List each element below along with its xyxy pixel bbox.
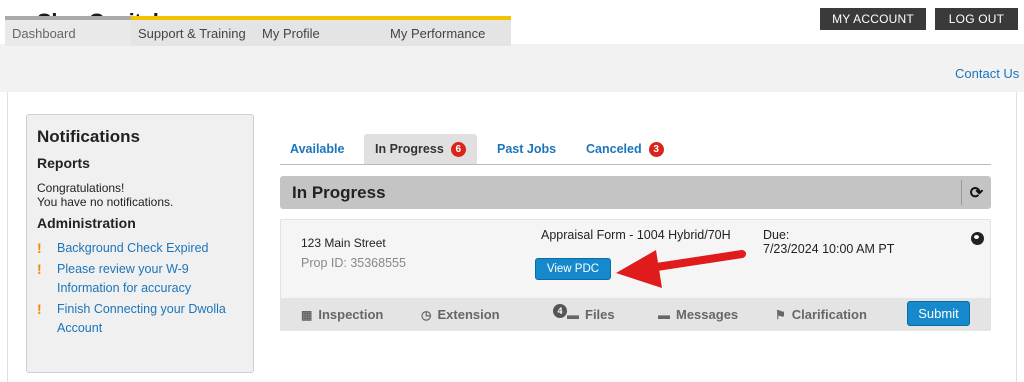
annotation-arrow-icon (616, 250, 746, 288)
